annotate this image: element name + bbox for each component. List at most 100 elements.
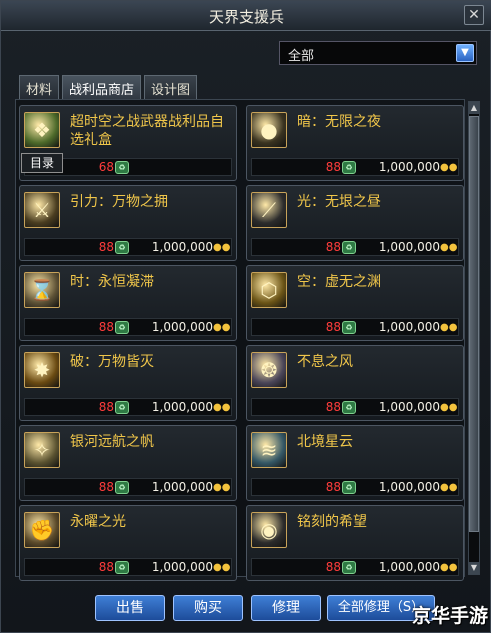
item-name: 时：永恒凝滞 — [70, 274, 154, 290]
tab-loot-shop[interactable]: 战利品商店 — [62, 75, 142, 99]
price-row: 88 ♻ 1,000,000 ●● — [251, 558, 459, 576]
coin-stack-icon: ♻ — [115, 241, 129, 254]
nebula-icon[interactable]: ≋ — [251, 432, 287, 468]
compass-icon[interactable]: ✧ — [24, 432, 60, 468]
title-bar: 天界支援兵 ✕ — [1, 1, 491, 31]
coin-stack-icon: ♻ — [342, 481, 356, 494]
item-price: 1,000,000 — [151, 560, 213, 574]
item-name: 空：虚无之渊 — [297, 274, 381, 290]
item-quantity: 88 — [325, 560, 341, 574]
dark-orb-icon[interactable]: ● — [251, 112, 287, 148]
shop-item[interactable]: ✧ 银河远航之帆 88 ♻ 1,000,000 ●● — [19, 425, 237, 501]
item-name: 破：万物皆灭 — [70, 354, 154, 370]
price-row: 88 ♻ 1,000,000 ●● — [24, 558, 232, 576]
item-quantity: 88 — [98, 320, 114, 334]
coin-stack-icon: ♻ — [115, 481, 129, 494]
dark-sphere-icon[interactable]: ◉ — [251, 512, 287, 548]
item-quantity: 88 — [98, 480, 114, 494]
item-name: 暗：无限之夜 — [297, 114, 381, 130]
item-quantity: 88 — [325, 320, 341, 334]
item-price: 1,000,000 — [151, 320, 213, 334]
gold-coins-icon: ●● — [213, 322, 231, 333]
shop-item[interactable]: ❂ 不息之风 88 ♻ 1,000,000 ●● — [246, 345, 464, 421]
shop-item[interactable]: ≋ 北境星云 88 ♻ 1,000,000 ●● — [246, 425, 464, 501]
gift-box-icon[interactable]: ❖ — [24, 112, 60, 148]
item-price: 1,000,000 — [378, 320, 440, 334]
shop-item[interactable]: ⟋ 光：无垠之昼 88 ♻ 1,000,000 ●● — [246, 185, 464, 261]
shop-item[interactable]: ✸ 破：万物皆灭 88 ♻ 1,000,000 ●● — [19, 345, 237, 421]
coin-stack-icon: ♻ — [342, 161, 356, 174]
close-icon: ✕ — [468, 7, 480, 23]
category-filter-select[interactable]: 全部 ▼ — [279, 41, 477, 65]
shop-item[interactable]: ⌛ 时：永恒凝滞 88 ♻ 1,000,000 ●● — [19, 265, 237, 341]
catalog-badge[interactable]: 目录 — [21, 153, 63, 173]
tab-materials[interactable]: 材料 — [19, 75, 60, 99]
item-quantity: 88 — [98, 400, 114, 414]
shop-item[interactable]: ● 暗：无限之夜 88 ♻ 1,000,000 ●● — [246, 105, 464, 181]
action-bar: 出售 购买 修理 全部修理（S） 京华手游 — [1, 591, 491, 633]
tab-bar: 材料 战利品商店 设计图 — [19, 75, 200, 99]
item-price: 1,000,000 — [151, 400, 213, 414]
chevron-down-icon[interactable]: ▼ — [456, 44, 474, 62]
coin-stack-icon: ♻ — [342, 241, 356, 254]
item-price: 1,000,000 — [378, 480, 440, 494]
item-name: 北境星云 — [297, 434, 353, 450]
price-row: 88 ♻ 1,000,000 ●● — [24, 238, 232, 256]
item-quantity: 88 — [325, 480, 341, 494]
clock-staff-icon[interactable]: ⌛ — [24, 272, 60, 308]
gold-coins-icon: ●● — [440, 402, 458, 413]
light-blade-icon[interactable]: ⟋ — [251, 192, 287, 228]
gold-coins-icon: ●● — [440, 322, 458, 333]
gold-ring-icon[interactable]: ⬡ — [251, 272, 287, 308]
close-button[interactable]: ✕ — [464, 5, 484, 25]
shop-item[interactable]: ⚔ 引力：万物之拥 88 ♻ 1,000,000 ●● — [19, 185, 237, 261]
scroll-up-icon[interactable]: ▲ — [469, 102, 479, 114]
price-row: 88 ♻ 1,000,000 ●● — [251, 478, 459, 496]
item-name: 银河远航之帆 — [70, 434, 154, 450]
buy-button[interactable]: 购买 — [173, 595, 243, 621]
shop-window: 天界支援兵 ✕ 全部 ▼ 材料 战利品商店 设计图 ❖ 超时空之战武器战利品自选礼… — [0, 0, 491, 633]
filter-selected-value: 全部 — [288, 49, 315, 64]
item-quantity: 88 — [98, 560, 114, 574]
coin-stack-icon: ♻ — [115, 401, 129, 414]
window-title: 天界支援兵 — [208, 8, 284, 26]
price-row: 88 ♻ 1,000,000 ●● — [251, 238, 459, 256]
scroll-thumb[interactable] — [469, 116, 479, 532]
item-quantity: 88 — [98, 240, 114, 254]
gold-coins-icon: ●● — [213, 242, 231, 253]
sell-button[interactable]: 出售 — [95, 595, 165, 621]
scrollbar[interactable]: ▲ ▼ — [468, 101, 480, 575]
coin-stack-icon: ♻ — [342, 321, 356, 334]
item-name: 引力：万物之拥 — [70, 194, 168, 210]
item-quantity: 88 — [325, 240, 341, 254]
item-price: 1,000,000 — [151, 480, 213, 494]
tab-blueprints[interactable]: 设计图 — [144, 75, 198, 99]
coin-stack-icon: ♻ — [342, 561, 356, 574]
wind-gem-icon[interactable]: ❂ — [251, 352, 287, 388]
shop-item[interactable]: ⬡ 空：虚无之渊 88 ♻ 1,000,000 ●● — [246, 265, 464, 341]
coin-stack-icon: ♻ — [115, 321, 129, 334]
burst-icon[interactable]: ✸ — [24, 352, 60, 388]
price-row: 88 ♻ 1,000,000 ●● — [24, 478, 232, 496]
price-row: 88 ♻ 1,000,000 ●● — [251, 318, 459, 336]
item-price: 1,000,000 — [378, 560, 440, 574]
gold-coins-icon: ●● — [440, 562, 458, 573]
repair-button[interactable]: 修理 — [251, 595, 321, 621]
shop-item[interactable]: ✊ 永曜之光 88 ♻ 1,000,000 ●● — [19, 505, 237, 581]
gauntlet-icon[interactable]: ✊ — [24, 512, 60, 548]
item-name: 光：无垠之昼 — [297, 194, 381, 210]
item-quantity: 88 — [325, 160, 341, 174]
item-price: 1,000,000 — [378, 160, 440, 174]
gold-coins-icon: ●● — [213, 402, 231, 413]
sword-icon[interactable]: ⚔ — [24, 192, 60, 228]
item-price: 1,000,000 — [378, 400, 440, 414]
scroll-down-icon[interactable]: ▼ — [469, 562, 479, 574]
gold-coins-icon: ●● — [440, 482, 458, 493]
price-row: 88 ♻ 1,000,000 ●● — [251, 398, 459, 416]
item-price: 1,000,000 — [151, 240, 213, 254]
item-quantity: 88 — [325, 400, 341, 414]
coin-stack-icon: ♻ — [115, 161, 129, 174]
gold-coins-icon: ●● — [440, 162, 458, 173]
item-name: 铭刻的希望 — [297, 514, 367, 530]
shop-item[interactable]: ◉ 铭刻的希望 88 ♻ 1,000,000 ●● — [246, 505, 464, 581]
